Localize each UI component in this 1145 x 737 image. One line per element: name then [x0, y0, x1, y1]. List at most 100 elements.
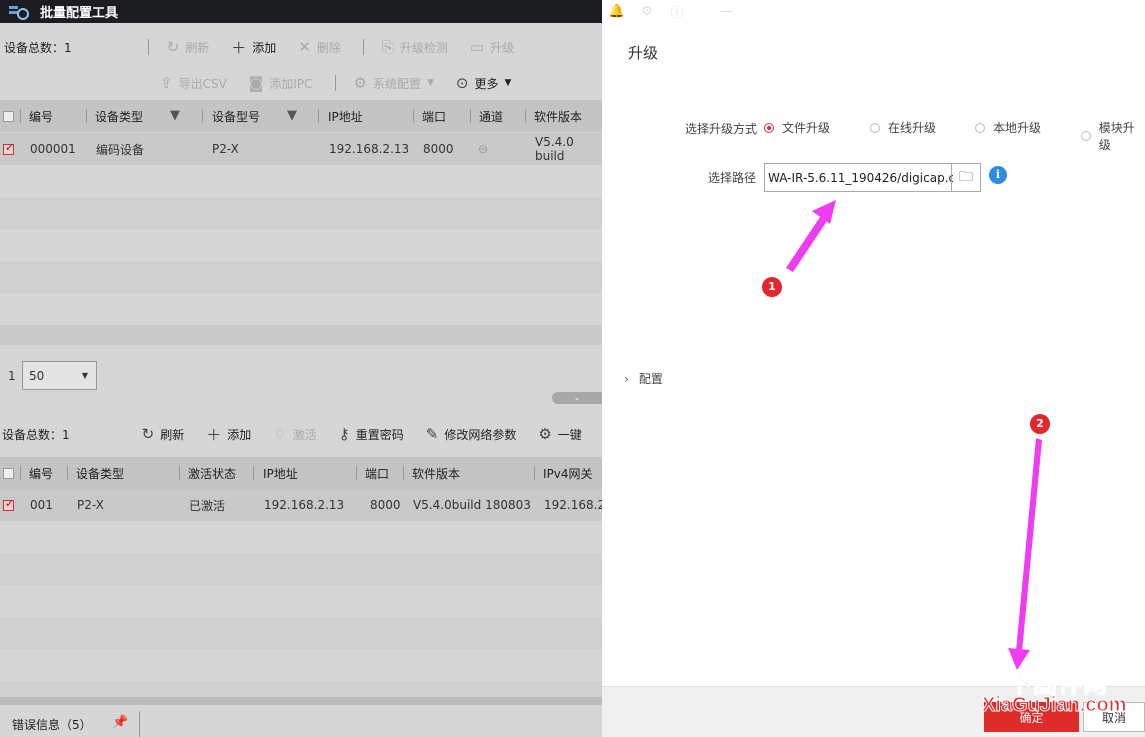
upgrade-panel: 升级 选择升级方式 文件升级 在线升级 本地升级 模块升级 选择路径 WA-IR…	[602, 23, 1145, 737]
select-all-checkbox[interactable]	[3, 110, 14, 122]
panel-title: 升级	[628, 44, 659, 62]
cell-type: P2-X	[77, 498, 104, 512]
delete-button[interactable]: ✕ 删除	[298, 38, 341, 56]
column-header[interactable]: 设备型号	[212, 100, 260, 132]
column-header[interactable]: 端口	[365, 457, 389, 489]
add-button[interactable]: ＋添加	[206, 424, 251, 445]
page-number[interactable]: 1	[8, 369, 16, 383]
window-title: 批量配置工具	[40, 6, 119, 21]
cell-id: 001	[30, 498, 53, 512]
upgrade-mode-label: 选择升级方式	[685, 122, 758, 136]
collapse-handle[interactable]: ⌄	[552, 392, 602, 404]
pager: 1 50 ▼	[0, 347, 602, 407]
path-input[interactable]: WA-IR-5.6.11_190426/digicap.dav 🗀	[764, 163, 981, 192]
horizontal-scrollbar[interactable]	[0, 697, 602, 705]
cell-model: P2-X	[212, 142, 239, 156]
device-count-label: 设备总数：1	[2, 427, 70, 442]
gear-icon[interactable]: ⚙	[632, 4, 662, 19]
camera-icon: ◙	[248, 74, 264, 92]
device-list-pane: 设备总数：1 ↻ 刷新 ＋添加 ✕ 删除 ⎘ 升级检测 ▭ 升级 ⇪ 导出CSV ◙ 添加I…	[0, 23, 602, 737]
page-size-select[interactable]: 50 ▼	[22, 361, 97, 390]
cell-port: 8000	[423, 142, 454, 156]
cell-ip: 192.168.2.13	[264, 498, 345, 512]
one-click-button[interactable]: ⚙ 一键	[538, 425, 581, 443]
status-bar: 错误信息（5） 📌	[0, 711, 602, 737]
radio-file-upgrade[interactable]: 文件升级	[764, 119, 830, 136]
folder-icon[interactable]: 🗀	[951, 164, 980, 191]
radio-local-upgrade[interactable]: 本地升级	[975, 119, 1041, 136]
watermark: 下固件网 XiaGuJian.com	[982, 660, 1142, 730]
column-header[interactable]: 编号	[29, 457, 53, 489]
radio-module-upgrade[interactable]: 模块升级	[1081, 119, 1145, 153]
column-header[interactable]: 通道	[479, 100, 503, 132]
column-header[interactable]: 编号	[29, 100, 53, 132]
config-expander[interactable]: › 配置	[624, 370, 663, 387]
upgrade-check-button[interactable]: ⎘ 升级检测	[382, 38, 448, 56]
upgrade-button[interactable]: ▭ 升级	[470, 38, 514, 56]
system-config-button[interactable]: ⚙ 系统配置 ▼	[354, 74, 434, 92]
more-button[interactable]: ⊙ 更多 ▼	[456, 74, 512, 92]
chevron-down-icon: ▼	[81, 371, 88, 380]
filter-icon[interactable]: ▼	[170, 108, 180, 123]
reset-password-button[interactable]: ⚷ 重置密码	[339, 425, 404, 443]
watermark-en: XiaGuJian.com	[982, 694, 1127, 717]
row-checkbox[interactable]	[3, 141, 14, 155]
top-toolbar-row2: ⇪ 导出CSV ◙ 添加IPC ⚙ 系统配置 ▼ ⊙ 更多 ▼	[160, 70, 533, 96]
export-csv-button[interactable]: ⇪ 导出CSV	[160, 74, 227, 92]
radio-online-upgrade[interactable]: 在线升级	[870, 119, 936, 136]
cell-version: V5.4.0build 180803	[413, 498, 531, 512]
add-button[interactable]: ＋添加	[231, 37, 276, 58]
column-header[interactable]: IP地址	[328, 100, 363, 132]
cell-version: V5.4.0 build	[535, 135, 574, 163]
add-ipc-button[interactable]: ◙ 添加IPC	[249, 74, 313, 92]
edit-icon: ✎	[425, 425, 439, 443]
table-row[interactable]: 001 P2-X 已激活 192.168.2.13 8000 V5.4.0bui…	[0, 489, 602, 521]
top-toolbar: 设备总数：1 ↻ 刷新 ＋添加 ✕ 删除 ⎘ 升级检测 ▭ 升级	[0, 34, 536, 60]
column-header[interactable]: 端口	[422, 100, 446, 132]
more-icon: ⊙	[455, 74, 469, 92]
column-header[interactable]: 软件版本	[534, 100, 582, 132]
select-all-checkbox[interactable]	[3, 467, 14, 479]
edit-network-button[interactable]: ✎ 修改网络参数	[426, 425, 517, 443]
cell-gateway: 192.168.2.1	[544, 498, 602, 512]
app-logo-icon	[8, 4, 30, 20]
cell-status: 已激活	[189, 498, 226, 513]
row-checkbox[interactable]	[3, 497, 14, 511]
plus-icon: ＋	[231, 38, 247, 57]
monitor-icon: ▭	[469, 38, 485, 56]
refresh-icon: ↻	[166, 38, 180, 56]
gear-icon: ⚙	[538, 425, 552, 443]
chevron-right-icon: ›	[624, 371, 629, 386]
upgrade-check-icon: ⎘	[381, 38, 394, 56]
key-icon: ⚷	[338, 425, 350, 443]
x-icon: ✕	[298, 38, 311, 56]
info-icon[interactable]: i	[989, 166, 1007, 184]
filter-icon[interactable]: ▼	[287, 108, 297, 123]
title-bar: 批量配置工具 🔔 ⚙ ⓘ —	[0, 0, 1145, 23]
column-header[interactable]: IP地址	[263, 457, 298, 489]
cell-type: 编码设备	[96, 142, 145, 157]
cell-id: 000001	[30, 142, 76, 156]
minimize-icon[interactable]: —	[712, 4, 742, 19]
cell-port: 8000	[370, 498, 401, 512]
plus-icon: ＋	[206, 425, 222, 444]
column-header[interactable]: 软件版本	[412, 457, 460, 489]
gear-icon: ⚙	[353, 74, 367, 92]
bottom-table-header: 编号 设备类型 激活状态 IP地址 端口 软件版本 IPv4网关	[0, 457, 602, 489]
column-header[interactable]: IPv4网关	[543, 457, 593, 489]
info-icon[interactable]: ⓘ	[662, 2, 692, 21]
bell-icon[interactable]: 🔔	[602, 4, 632, 19]
column-header[interactable]: 设备类型	[76, 457, 124, 489]
column-header[interactable]: 设备类型	[95, 100, 143, 132]
refresh-icon: ↻	[141, 425, 155, 443]
refresh-button[interactable]: ↻ 刷新	[142, 425, 185, 443]
channel-icon[interactable]: ⊖	[478, 133, 488, 165]
cell-ip: 192.168.2.13	[329, 142, 410, 156]
path-label: 选择路径	[708, 171, 757, 185]
activate-button[interactable]: ♢ 激活	[273, 425, 316, 443]
table-row[interactable]: 000001 编码设备 P2-X 192.168.2.13 8000 ⊖ V5.…	[0, 133, 602, 165]
pin-icon[interactable]: 📌	[112, 715, 128, 730]
export-icon: ⇪	[160, 74, 173, 92]
refresh-button[interactable]: ↻ 刷新	[167, 38, 210, 56]
column-header[interactable]: 激活状态	[188, 457, 236, 489]
